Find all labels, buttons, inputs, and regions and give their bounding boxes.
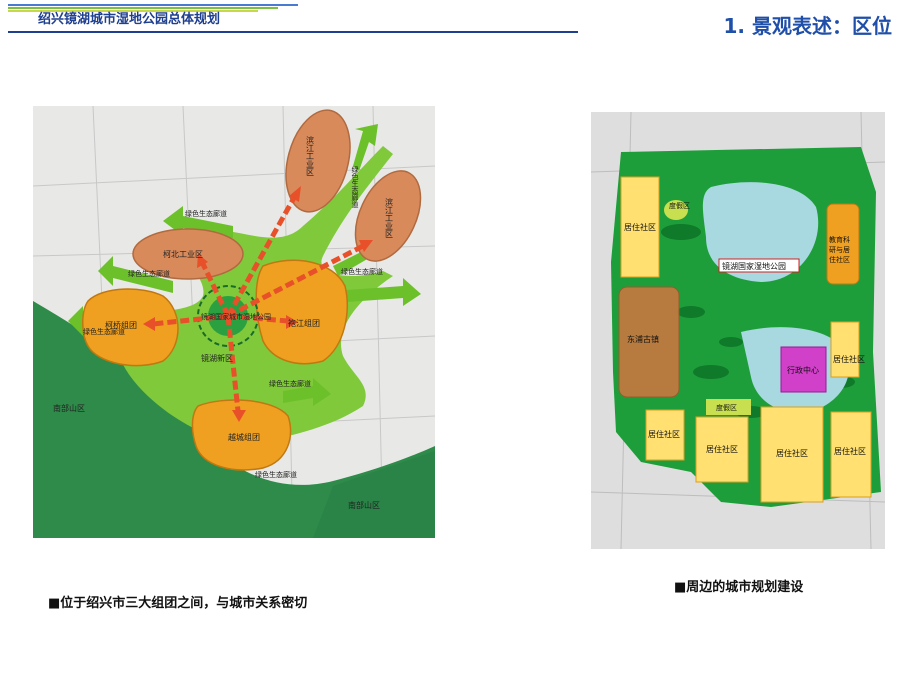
label-park: 镜湖国家湿地公园 [722,261,786,271]
label-edu-2: 研与居 [829,246,850,254]
label-xinqu: 镜湖新区 [201,353,233,363]
residential-zone-2 [830,321,860,378]
page-title: 绍兴镜湖城市湿地公园总体规划 [38,12,221,27]
label-corridor-4: 绿色生态廊道 [83,327,125,336]
label-residential-6: 居住社区 [834,446,866,456]
label-center: 镜湖国家城市湿地公园 [201,312,271,321]
label-resort-2: 度假区 [716,403,737,412]
label-dongpu: 东浦古镇 [627,334,659,344]
caption-right: ■周边的城市规划建设 [674,580,804,595]
label-binjiang-1: 滨江工业区 [306,135,315,176]
label-resort-1: 度假区 [669,201,690,210]
label-yuecheng: 越城组团 [228,432,260,442]
label-nanbu-1: 南部山区 [53,403,85,413]
surrounding-planning-map: 镜湖国家湿地公园 居住社区 居住社区 居住社区 居住社区 居住社区 居住社区 东… [590,111,886,550]
label-corridor-1: 绿色生态廊道 [351,165,359,209]
label-corridor-7: 绿色生态廊道 [255,470,297,479]
education-zone [826,203,860,285]
label-corridor-2: 绿色生态廊道 [185,209,227,218]
label-nanbu-2: 南部山区 [348,500,380,510]
caption-left: ■位于绍兴市三大组团之间，与城市关系密切 [48,596,308,611]
label-edu-3: 住社区 [829,255,850,264]
label-residential-3: 居住社区 [648,429,680,439]
header-rule [8,31,578,33]
label-kebei: 柯北工业区 [163,249,203,259]
regional-location-map: 滨江工业区 滨江工业区 柯北工业区 柯桥组团 袍江组团 越城组团 镜湖国家城市湿… [32,105,436,539]
label-corridor-6: 绿色生态廊道 [269,379,311,388]
label-binjiang-2: 滨江工业区 [385,197,394,238]
label-corridor-5: 绿色生态廊道 [341,267,383,276]
label-residential-5: 居住社区 [776,448,808,458]
section-title: 1. 景观表述：区位 [723,14,892,38]
label-paojiang: 袍江组团 [288,318,320,328]
label-residential-2: 居住社区 [833,354,865,364]
label-edu-1: 教育科 [829,235,850,244]
label-residential-1: 居住社区 [624,222,656,232]
label-residential-4: 居住社区 [706,444,738,454]
label-corridor-3: 绿色生态廊道 [128,269,170,278]
label-admin: 行政中心 [787,365,819,375]
